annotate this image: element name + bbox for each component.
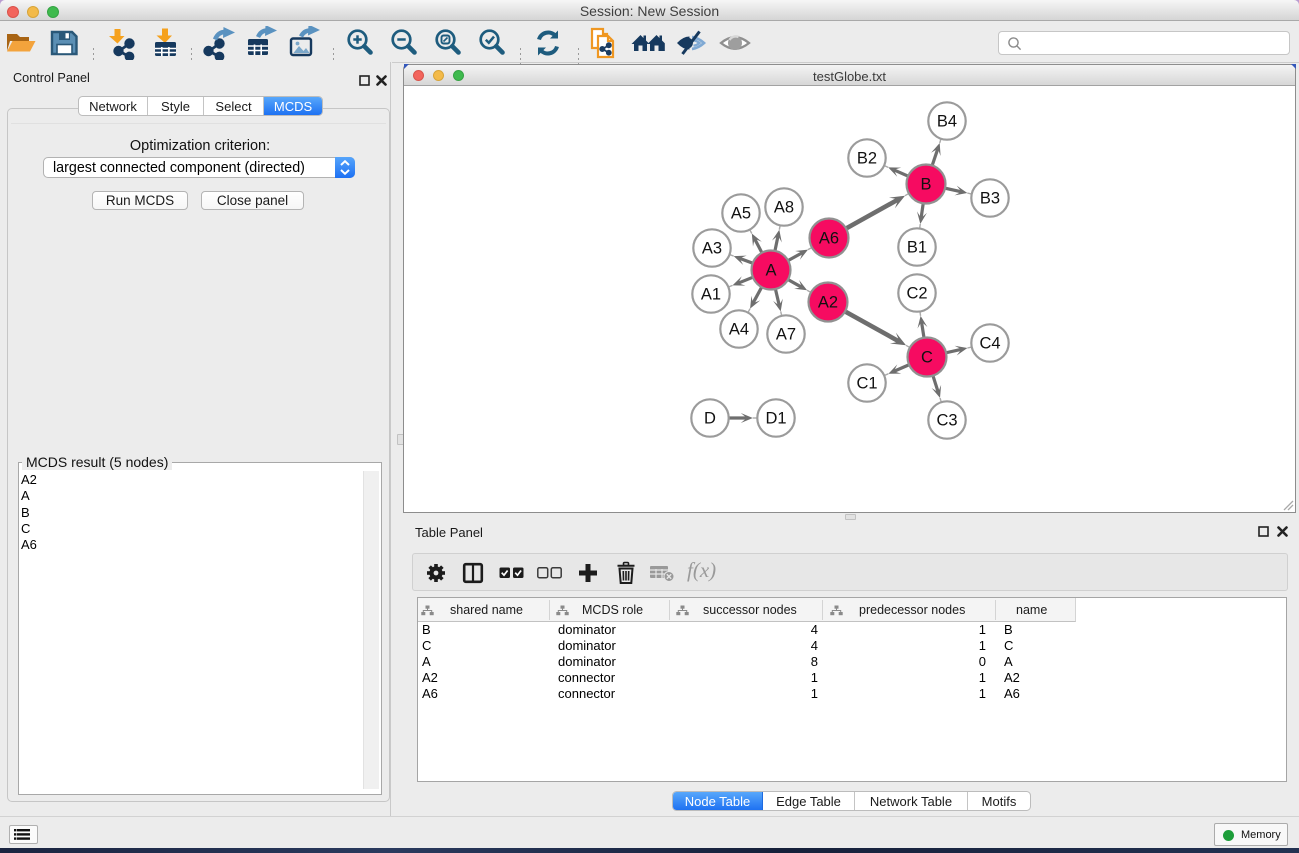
svg-text:B4: B4 — [937, 113, 957, 131]
svg-text:C3: C3 — [936, 412, 957, 430]
svg-text:C2: C2 — [906, 285, 927, 303]
svg-text:B2: B2 — [857, 150, 877, 168]
svg-text:C: C — [921, 349, 933, 367]
svg-text:B: B — [920, 176, 931, 194]
svg-text:B1: B1 — [907, 239, 927, 257]
svg-text:A8: A8 — [774, 199, 794, 217]
svg-text:B3: B3 — [980, 190, 1000, 208]
svg-text:A7: A7 — [776, 326, 796, 344]
svg-text:A: A — [765, 262, 776, 280]
svg-text:A5: A5 — [731, 205, 751, 223]
svg-text:A2: A2 — [818, 294, 838, 312]
svg-text:D1: D1 — [765, 410, 786, 428]
svg-text:A3: A3 — [702, 240, 722, 258]
svg-text:A4: A4 — [729, 321, 749, 339]
svg-text:A6: A6 — [819, 230, 839, 248]
svg-text:D: D — [704, 410, 716, 428]
svg-text:C4: C4 — [979, 335, 1000, 353]
svg-text:A1: A1 — [701, 286, 721, 304]
svg-text:C1: C1 — [856, 375, 877, 393]
